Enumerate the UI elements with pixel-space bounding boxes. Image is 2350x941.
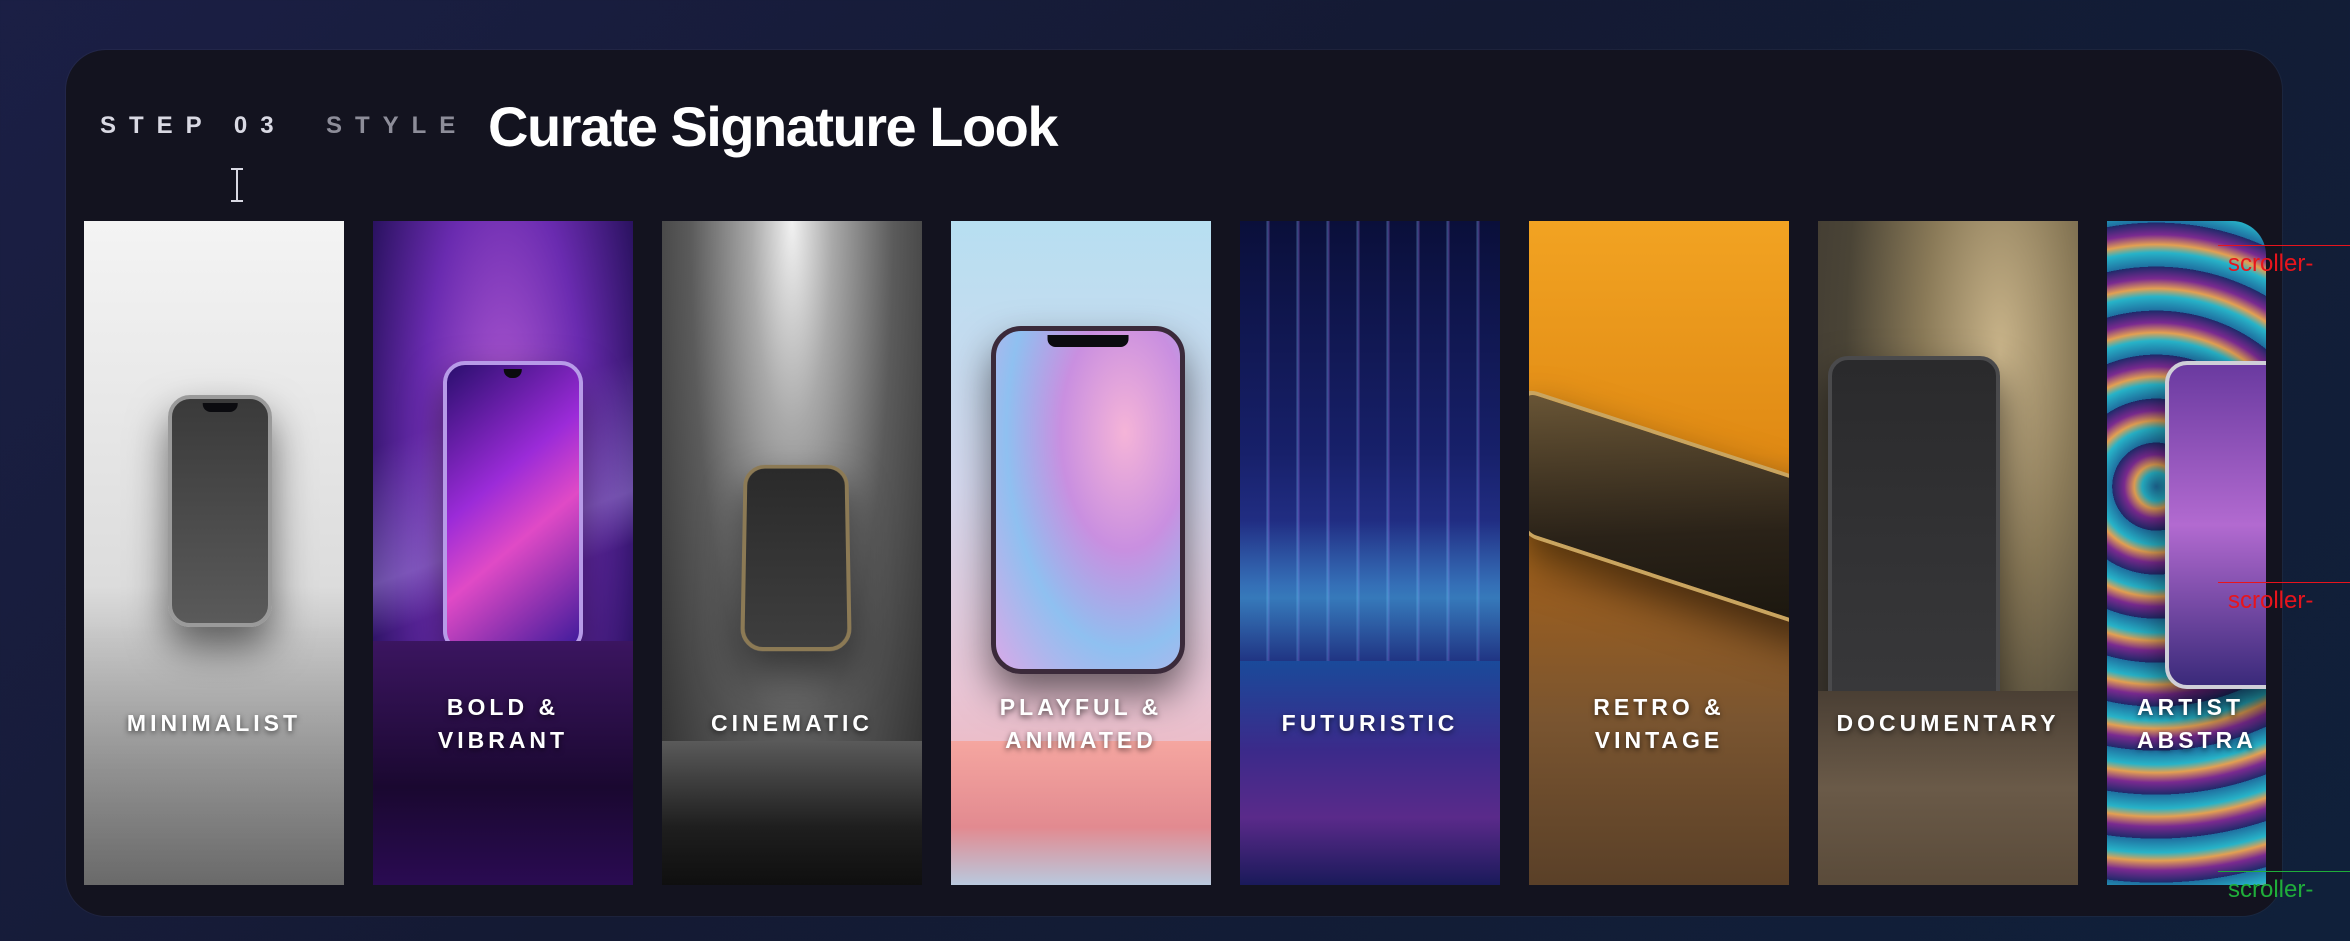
style-card-minimalist[interactable]: MINIMALIST [84,221,344,885]
card-label: MINIMALIST [126,710,302,736]
card-label: FUTURISTIC [1281,710,1459,736]
style-card-artistic-abstract[interactable]: ARTIST ABSTRA [2107,221,2266,885]
style-card-cinematic[interactable]: CINEMATIC [662,221,922,885]
phone-mockup [2165,361,2266,689]
card-label: DOCUMENTARY [1836,710,2060,736]
phone-mockup [740,464,852,652]
card-label: PLAYFUL & ANIMATED [999,694,1163,753]
step-label: STEP 03 STYLE [100,112,468,140]
style-card-scroller[interactable]: MINIMALIST BOLD & VIBRANT CINEMATIC PLAYF… [84,221,2266,885]
step-number: STEP 03 [100,112,287,139]
style-card-documentary[interactable]: DOCUMENTARY [1818,221,2078,885]
page-title: Curate Signature Look [488,95,1059,158]
phone-mockup [1828,356,2000,744]
card-label: ARTIST ABSTRA [2137,694,2257,753]
scroller-bottom-marker: scroller- [2218,871,2350,904]
phone-mockup [443,361,583,653]
card-label: BOLD & VIBRANT [437,694,569,753]
scroller-end-marker: scroller- [2218,582,2350,615]
style-panel: STEP 03 STYLE Curate Signature Look MINI… [66,50,2282,916]
text-cursor-icon [231,168,243,202]
phone-mockup [991,326,1185,674]
style-card-bold-vibrant[interactable]: BOLD & VIBRANT [373,221,633,885]
style-card-playful-animated[interactable]: PLAYFUL & ANIMATED [951,221,1211,885]
style-card-futuristic[interactable]: FUTURISTIC [1240,221,1500,885]
card-label: RETRO & VINTAGE [1593,694,1725,753]
style-card-retro-vintage[interactable]: RETRO & VINTAGE [1529,221,1789,885]
phone-mockup [168,395,272,627]
scroller-start-marker: scroller- [2218,245,2350,278]
step-name: STYLE [325,112,469,139]
card-label: CINEMATIC [710,710,874,736]
